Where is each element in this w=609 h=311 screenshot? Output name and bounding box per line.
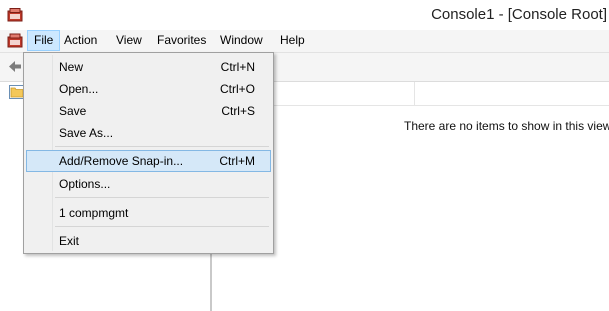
- menu-file[interactable]: File: [27, 30, 61, 51]
- menu-item-label: Open...: [59, 82, 99, 96]
- menu-item-options[interactable]: Options...: [26, 173, 271, 195]
- menu-view[interactable]: View: [110, 30, 148, 51]
- list-column-header[interactable]: [216, 82, 609, 106]
- menu-item-label: Add/Remove Snap-in...: [59, 154, 184, 168]
- menu-item-exit[interactable]: Exit: [26, 230, 271, 252]
- menu-item-shortcut: Ctrl+O: [219, 82, 255, 96]
- empty-list-message: There are no items to show in this view.: [404, 119, 609, 133]
- menu-item-new[interactable]: New Ctrl+N: [26, 56, 271, 78]
- back-arrow-icon[interactable]: [8, 60, 22, 73]
- menu-favorites[interactable]: Favorites: [151, 30, 212, 51]
- mmc-console-icon[interactable]: [7, 33, 23, 48]
- menu-item-open[interactable]: Open... Ctrl+O: [26, 78, 271, 100]
- menu-separator: [55, 146, 269, 147]
- menu-item-label: 1 compmgmt: [59, 206, 129, 220]
- menu-item-label: New: [59, 60, 84, 74]
- mmc-console-icon: [7, 8, 23, 22]
- menu-help[interactable]: Help: [274, 30, 311, 51]
- menu-item-label: Options...: [59, 177, 111, 191]
- menu-separator: [55, 197, 269, 198]
- menu-item-label: Exit: [59, 234, 80, 248]
- menu-window[interactable]: Window: [214, 30, 269, 51]
- menu-item-save-as[interactable]: Save As...: [26, 122, 271, 144]
- result-pane[interactable]: There are no items to show in this view.: [216, 82, 609, 311]
- window-title: Console1 - [Console Root]: [431, 6, 607, 23]
- menu-action[interactable]: Action: [58, 30, 103, 51]
- title-bar: Console1 - [Console Root]: [0, 0, 609, 30]
- menu-item-shortcut: Ctrl+N: [220, 60, 255, 74]
- file-menu-dropdown: New Ctrl+N Open... Ctrl+O Save Ctrl+S Sa…: [23, 52, 274, 254]
- menu-item-add-remove-snap-in[interactable]: Add/Remove Snap-in... Ctrl+M: [26, 150, 271, 172]
- menu-item-shortcut: Ctrl+S: [221, 104, 255, 118]
- menu-item-save[interactable]: Save Ctrl+S: [26, 100, 271, 122]
- menu-item-shortcut: Ctrl+M: [219, 154, 255, 168]
- menu-item-recent-compmgmt[interactable]: 1 compmgmt: [26, 202, 271, 224]
- menu-bar: File Action View Favorites Window Help: [0, 30, 609, 53]
- menu-item-label: Save: [59, 104, 87, 118]
- menu-separator: [55, 226, 269, 227]
- column-divider[interactable]: [414, 82, 415, 105]
- menu-item-label: Save As...: [59, 126, 114, 140]
